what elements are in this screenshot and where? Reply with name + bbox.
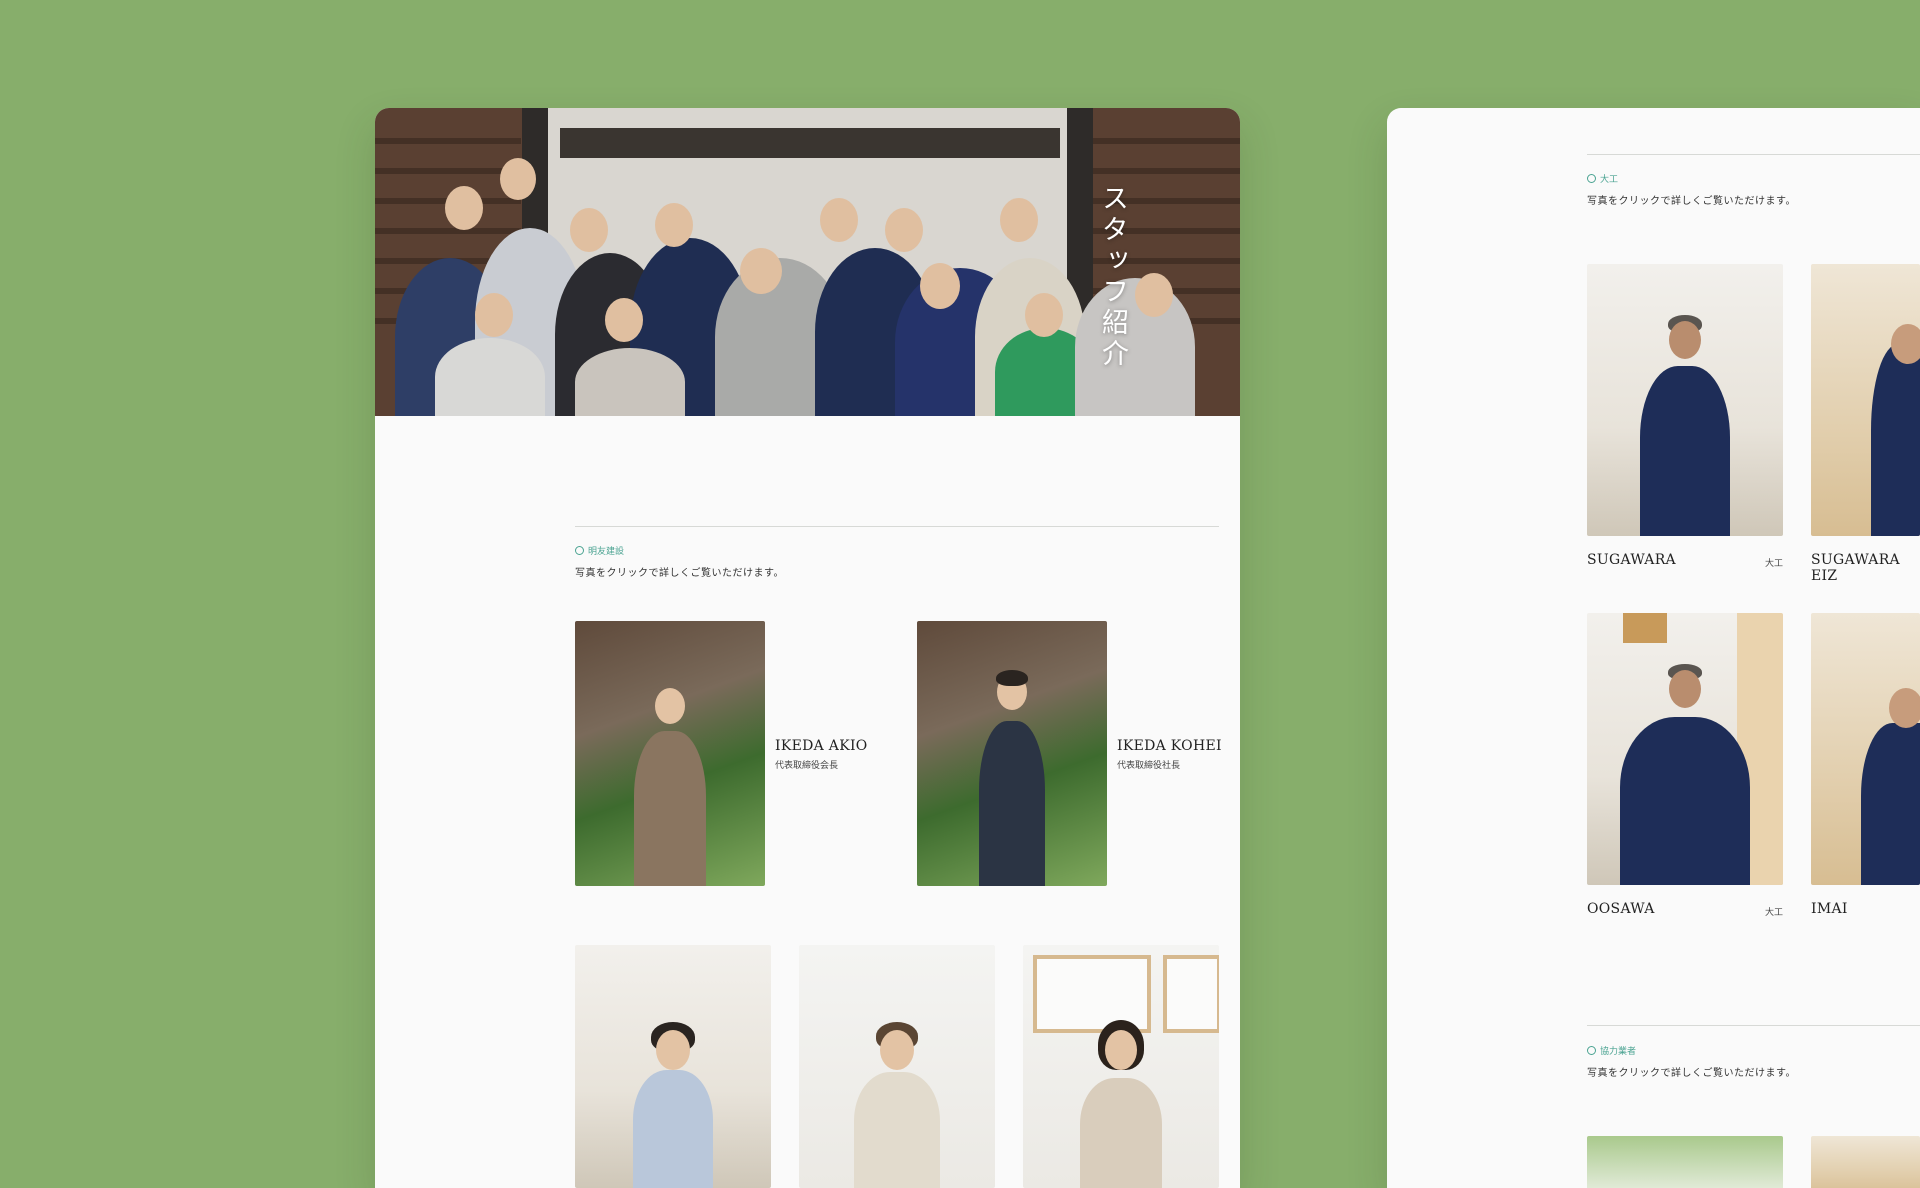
leaf-icon [1587, 1046, 1596, 1055]
click-hint: 写真をクリックで詳しくご覧いただけます。 [575, 568, 784, 579]
staff-photo[interactable] [575, 945, 771, 1188]
staff-photo-ikeda-kohei[interactable] [917, 621, 1107, 886]
staff-role: 代表取締役会長 [775, 761, 839, 771]
staff-photo-sugawara[interactable] [1587, 264, 1783, 536]
page-title: スタッフ紹介 [1097, 184, 1128, 370]
leaf-icon [1587, 174, 1596, 183]
click-hint: 写真をクリックで詳しくご覧いただけます。 [1587, 1068, 1796, 1079]
click-hint: 写真をクリックで詳しくご覧いただけます。 [1587, 196, 1796, 207]
staff-role: 大工 [1765, 908, 1784, 918]
staff-name[interactable]: IKEDA AKIO [775, 738, 868, 754]
staff-role: 代表取締役社長 [1117, 761, 1181, 771]
section-divider [1587, 1025, 1920, 1026]
staff-name[interactable]: OOSAWA [1587, 901, 1655, 917]
staff-photo[interactable] [799, 945, 995, 1188]
staff-name[interactable]: SUGAWARA EIZ [1811, 552, 1920, 584]
section-divider [1587, 154, 1920, 155]
partner-photo[interactable] [1587, 1136, 1783, 1188]
staff-photo-imai[interactable] [1811, 613, 1920, 885]
section-divider [575, 526, 1219, 527]
staff-page-card-carpenters: 大工 写真をクリックで詳しくご覧いただけます。 SUGAWARA 大工 SUGA… [1387, 108, 1920, 1188]
partner-photo[interactable] [1811, 1136, 1920, 1188]
staff-photo-ikeda-akio[interactable] [575, 621, 765, 886]
staff-name[interactable]: IKEDA KOHEI [1117, 738, 1222, 754]
staff-name[interactable]: SUGAWARA [1587, 552, 1676, 568]
section-label-partner: 協力業者 [1587, 1044, 1636, 1057]
leaf-icon [575, 546, 584, 555]
section-label-carpenter: 大工 [1587, 172, 1618, 185]
staff-photo-sugawara-eiz[interactable] [1811, 264, 1920, 536]
staff-photo[interactable] [1023, 945, 1219, 1188]
staff-name[interactable]: IMAI [1811, 901, 1848, 917]
staff-role: 大工 [1765, 559, 1784, 569]
hero-group-photo: スタッフ紹介 [375, 108, 1240, 416]
staff-photo-oosawa[interactable] [1587, 613, 1783, 885]
section-label-company: 明友建設 [575, 544, 624, 557]
staff-page-card-main: スタッフ紹介 明友建設 写真をクリックで詳しくご覧いただけます。 IKEDA A… [375, 108, 1240, 1188]
